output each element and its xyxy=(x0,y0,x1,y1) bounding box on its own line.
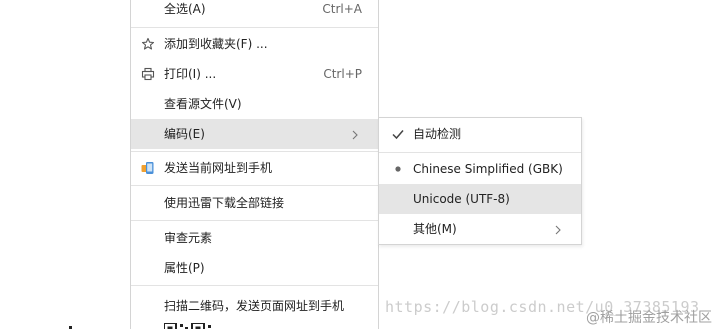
menu-item-print[interactable]: 打印(I) ... Ctrl+P xyxy=(131,59,378,89)
menu-separator xyxy=(131,151,378,152)
menu-item-label: 打印(I) ... xyxy=(164,67,217,81)
menu-separator xyxy=(131,220,378,221)
submenu-item-utf8[interactable]: Unicode (UTF-8) xyxy=(379,184,581,214)
context-menu: 全选(A) Ctrl+A 添加到收藏夹(F) ... 打印(I) ... Ctr xyxy=(130,0,379,329)
menu-item-label: 全选(A) xyxy=(164,2,206,16)
menu-item-thunder-download[interactable]: 使用迅雷下载全部链接 xyxy=(131,188,378,218)
chevron-right-icon xyxy=(553,224,563,235)
encoding-submenu: 自动检测 Chinese Simplified (GBK) Unicode (U… xyxy=(378,117,582,245)
submenu-item-label: 其他(M) xyxy=(413,222,457,236)
submenu-item-label: Unicode (UTF-8) xyxy=(413,192,510,206)
menu-item-scan-qr[interactable]: 扫描二维码，发送页面网址到手机 xyxy=(131,291,378,321)
qr-code-icon xyxy=(163,322,240,329)
menu-separator xyxy=(379,152,581,153)
menu-item-label: 编码(E) xyxy=(164,127,205,141)
menu-item-send-to-phone[interactable]: 发送当前网址到手机 xyxy=(131,153,378,183)
menu-item-label: 扫描二维码，发送页面网址到手机 xyxy=(164,299,345,313)
check-icon xyxy=(391,127,405,141)
watermark-site: @稀土掘金技术社区 xyxy=(586,310,712,326)
menu-item-label: 发送当前网址到手机 xyxy=(164,161,273,175)
menu-item-add-favorite[interactable]: 添加到收藏夹(F) ... xyxy=(131,29,378,59)
page: 全选(A) Ctrl+A 添加到收藏夹(F) ... 打印(I) ... Ctr xyxy=(0,0,727,329)
menu-item-label: 使用迅雷下载全部链接 xyxy=(164,196,285,210)
phone-send-icon xyxy=(141,161,155,175)
submenu-item-other[interactable]: 其他(M) xyxy=(379,214,581,244)
menu-separator xyxy=(131,185,378,186)
menu-separator xyxy=(131,285,378,286)
menu-item-inspect-element[interactable]: 审查元素 xyxy=(131,223,378,253)
menu-item-encoding[interactable]: 编码(E) xyxy=(131,119,378,149)
menu-item-view-source[interactable]: 查看源文件(V) xyxy=(131,89,378,119)
star-icon xyxy=(141,37,155,51)
menu-item-shortcut: Ctrl+P xyxy=(323,67,362,81)
menu-item-properties[interactable]: 属性(P) xyxy=(131,253,378,283)
submenu-item-gbk[interactable]: Chinese Simplified (GBK) xyxy=(379,154,581,184)
menu-item-label: 审查元素 xyxy=(164,231,213,245)
submenu-item-label: 自动检测 xyxy=(413,127,462,141)
printer-icon xyxy=(141,67,155,81)
menu-item-shortcut: Ctrl+A xyxy=(322,2,362,16)
menu-item-label: 属性(P) xyxy=(164,261,205,275)
menu-item-select-all[interactable]: 全选(A) Ctrl+A xyxy=(131,0,378,24)
radio-dot-icon xyxy=(391,162,405,176)
chevron-right-icon xyxy=(350,129,360,140)
menu-item-label: 添加到收藏夹(F) ... xyxy=(164,37,268,51)
menu-separator xyxy=(131,27,378,28)
submenu-item-label: Chinese Simplified (GBK) xyxy=(413,162,563,176)
submenu-item-auto-detect[interactable]: 自动检测 xyxy=(379,119,581,149)
menu-item-label: 查看源文件(V) xyxy=(164,97,242,111)
